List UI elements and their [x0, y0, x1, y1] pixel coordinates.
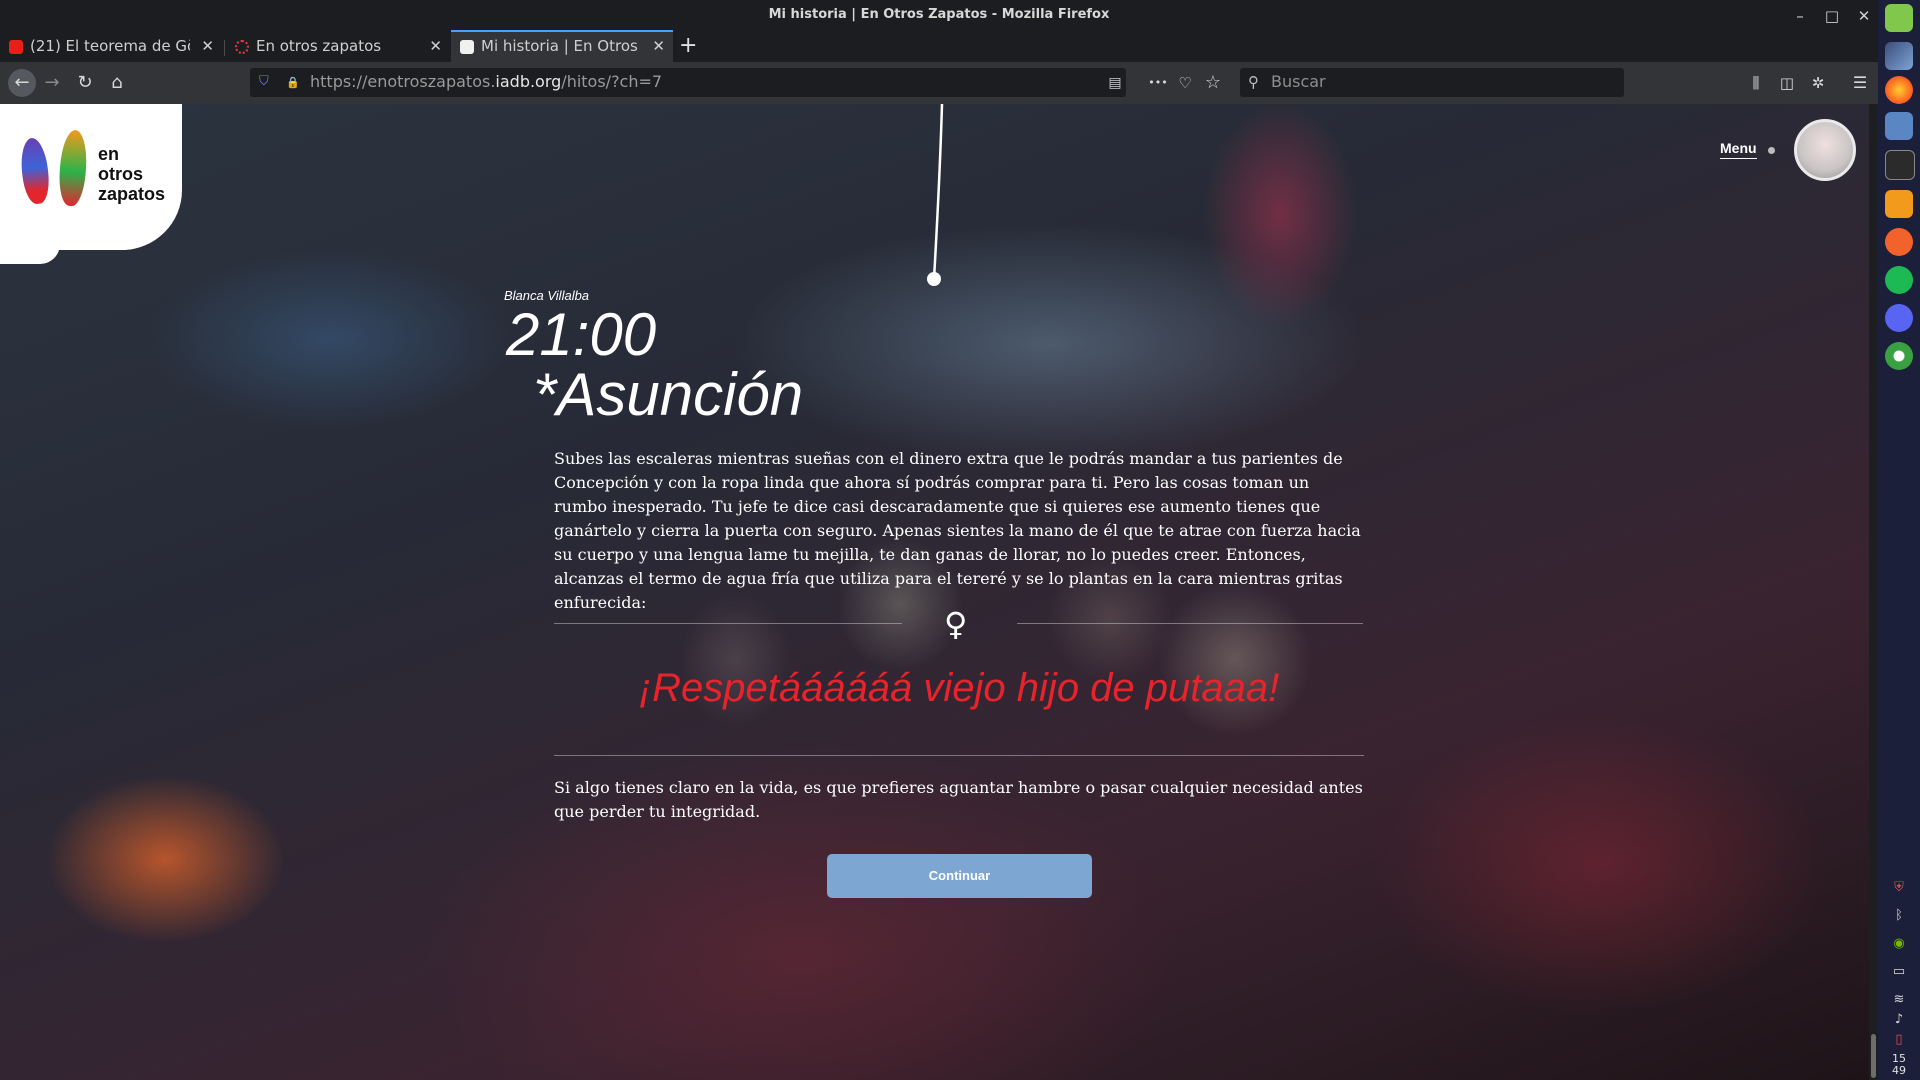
reload-button[interactable]: ↻: [73, 71, 97, 95]
tab-en-otros-zapatos[interactable]: En otros zapatos ✕: [226, 32, 450, 62]
story-paragraph: Subes las escaleras mientras sueñas con …: [554, 449, 1361, 612]
pen-app-icon[interactable]: [1885, 228, 1913, 256]
sublime-text-icon[interactable]: [1885, 190, 1913, 218]
tracking-shield-icon[interactable]: ⛉: [259, 74, 269, 89]
mint-menu-icon[interactable]: [1885, 4, 1913, 32]
story-place: *Asunción: [533, 361, 804, 428]
tab-label: En otros zapatos: [256, 37, 382, 55]
site-favicon-icon: [460, 40, 474, 54]
forward-button[interactable]: →: [40, 71, 64, 95]
footprint-left-icon: [18, 136, 52, 206]
divider-left: [554, 623, 902, 624]
footprint-right-icon: [57, 129, 89, 207]
tab-label: Mi historia | En Otros Z: [481, 37, 641, 55]
timeline-node: [927, 272, 941, 286]
continue-button[interactable]: Continuar: [827, 854, 1092, 898]
story-paragraph-conclusion: Si algo tienes claro en la vida, es que …: [554, 778, 1363, 821]
tab-label: (21) El teorema de Göd: [30, 37, 190, 55]
terminal-icon[interactable]: [1885, 150, 1915, 180]
shout-quote: ¡Respetáááááá viejo hijo de putaaa!: [638, 666, 1280, 710]
nvidia-icon[interactable]: ◉: [1887, 936, 1911, 956]
battery-icon[interactable]: ▯: [1887, 1032, 1911, 1052]
tab-bar: (21) El teorema de Göd ✕ En otros zapato…: [0, 30, 1878, 64]
search-placeholder: Buscar: [1271, 72, 1326, 91]
system-clock[interactable]: 15 49: [1878, 1053, 1920, 1077]
spotify-icon[interactable]: [1885, 266, 1913, 294]
story-time: 21:00: [506, 301, 657, 368]
lock-icon[interactable]: 🔒: [286, 76, 300, 89]
url-bar[interactable]: ⛉ 🔒 https://enotroszapatos.iadb.org/hito…: [250, 68, 1126, 97]
navigation-toolbar: ← → ↻ ⌂ ⛉ 🔒 https://enotroszapatos.iadb.…: [0, 62, 1878, 104]
tab-close-icon[interactable]: ✕: [652, 37, 665, 55]
site-logo[interactable]: en otros zapatos: [0, 104, 182, 264]
back-button[interactable]: ←: [8, 69, 36, 97]
bookmark-star-icon[interactable]: ☆: [1201, 71, 1225, 95]
search-bar[interactable]: ⚲ Buscar: [1240, 68, 1624, 97]
url-text[interactable]: https://enotroszapatos.iadb.org/hitos/?c…: [310, 72, 662, 91]
divider-right: [1017, 623, 1363, 624]
home-button[interactable]: ⌂: [105, 71, 129, 95]
bluetooth-icon[interactable]: ᛒ: [1887, 908, 1911, 928]
reader-view-icon[interactable]: ▤: [1105, 73, 1125, 93]
tab-mi-historia[interactable]: Mi historia | En Otros Z ✕: [451, 30, 673, 64]
menu-link[interactable]: Menu: [1720, 140, 1757, 159]
firefox-icon[interactable]: [1885, 76, 1913, 104]
system-panel: ⛨ ᛒ ◉ ▭ ≋ ♪ ▯ 15 49: [1878, 0, 1920, 1080]
shield-tray-icon[interactable]: ⛨: [1887, 880, 1911, 900]
hamburger-menu-icon[interactable]: ☰: [1848, 71, 1872, 95]
female-symbol-icon: ♀: [944, 605, 968, 643]
search-icon: ⚲: [1248, 73, 1259, 91]
avatar[interactable]: [1794, 119, 1856, 181]
scrollbar-thumb[interactable]: [1871, 1034, 1876, 1078]
divider: [554, 755, 1364, 756]
tab-close-icon[interactable]: ✕: [429, 37, 442, 55]
show-desktop-icon[interactable]: [1885, 42, 1913, 70]
file-manager-icon[interactable]: [1885, 112, 1913, 140]
window-titlebar: Mi historia | En Otros Zapatos - Mozilla…: [0, 0, 1878, 32]
new-tab-button[interactable]: +: [679, 33, 697, 58]
settings-gear-icon[interactable]: [1885, 342, 1913, 370]
window-title: Mi historia | En Otros Zapatos - Mozilla…: [768, 7, 1110, 22]
extension-icon[interactable]: ✲: [1806, 71, 1830, 95]
pocket-icon[interactable]: ♡: [1173, 71, 1197, 95]
tab-youtube[interactable]: (21) El teorema de Göd ✕: [0, 32, 222, 62]
logo-text: en otros zapatos: [98, 144, 166, 204]
sidebar-icon[interactable]: ◫: [1775, 71, 1799, 95]
maximize-button[interactable]: □: [1820, 4, 1844, 28]
tab-close-icon[interactable]: ✕: [201, 37, 214, 55]
close-window-button[interactable]: ✕: [1852, 4, 1876, 28]
wifi-icon[interactable]: ≋: [1887, 992, 1911, 1012]
timeline-string: [927, 104, 944, 286]
page-actions-icon[interactable]: •••: [1146, 71, 1170, 95]
page-content: en otros zapatos Menu Blanca Villalba 21…: [0, 104, 1869, 1080]
volume-icon[interactable]: ♪: [1887, 1012, 1911, 1032]
menu-indicator-dot: [1768, 147, 1775, 154]
youtube-favicon-icon: [9, 40, 23, 54]
library-icon[interactable]: ⫼: [1744, 71, 1768, 95]
page-scrollbar[interactable]: [1869, 104, 1878, 1080]
minimize-button[interactable]: –: [1788, 4, 1812, 28]
site-favicon-icon: [235, 40, 249, 54]
discord-icon[interactable]: [1885, 304, 1913, 332]
workspace-icon[interactable]: ▭: [1887, 964, 1911, 984]
tab-divider: [224, 40, 225, 56]
